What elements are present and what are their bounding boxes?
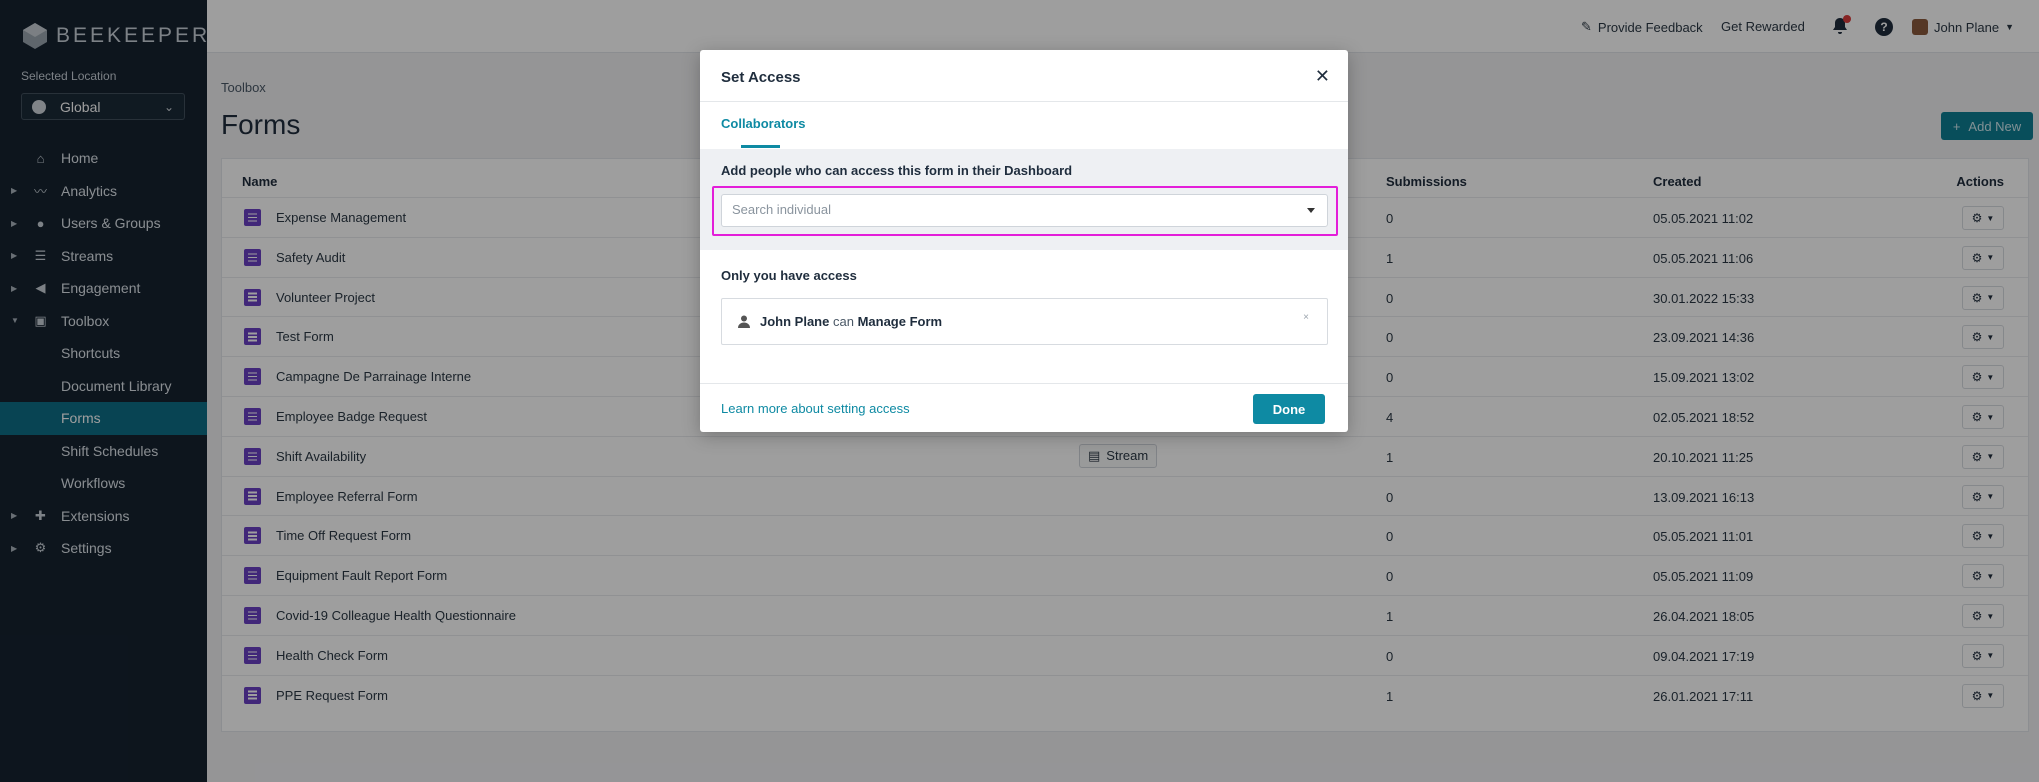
- add-people-label: Add people who can access this form in t…: [721, 163, 1073, 178]
- learn-more-link[interactable]: Learn more about setting access: [721, 401, 910, 416]
- add-people-section: Add people who can access this form in t…: [700, 149, 1348, 250]
- collaborator-permission: Manage Form: [857, 314, 943, 329]
- person-icon: [738, 315, 750, 328]
- dropdown-arrow-icon[interactable]: [1307, 208, 1315, 213]
- modal-footer: Learn more about setting access Done: [700, 383, 1348, 432]
- collaborator-name: John Plane: [760, 314, 830, 329]
- close-icon[interactable]: ✕: [1315, 66, 1330, 87]
- remove-collaborator-icon[interactable]: ×: [1303, 312, 1309, 323]
- modal-tabs: Collaborators: [700, 102, 1348, 149]
- collaborator-can: can: [832, 314, 854, 329]
- access-status-label: Only you have access: [721, 268, 857, 283]
- search-individual-input[interactable]: [732, 202, 1292, 217]
- collaborator-row: John Plane can Manage Form ×: [721, 298, 1328, 345]
- modal-title: Set Access: [721, 69, 801, 86]
- collaborator-text: John Plane can Manage Form: [760, 314, 942, 329]
- modal-header: Set Access ✕: [700, 50, 1348, 102]
- search-individual-select[interactable]: [721, 194, 1328, 227]
- done-button[interactable]: Done: [1253, 394, 1325, 424]
- active-tab-indicator: [741, 145, 780, 148]
- tab-collaborators[interactable]: Collaborators: [721, 116, 806, 131]
- set-access-modal: Set Access ✕ Collaborators Add people wh…: [700, 50, 1348, 432]
